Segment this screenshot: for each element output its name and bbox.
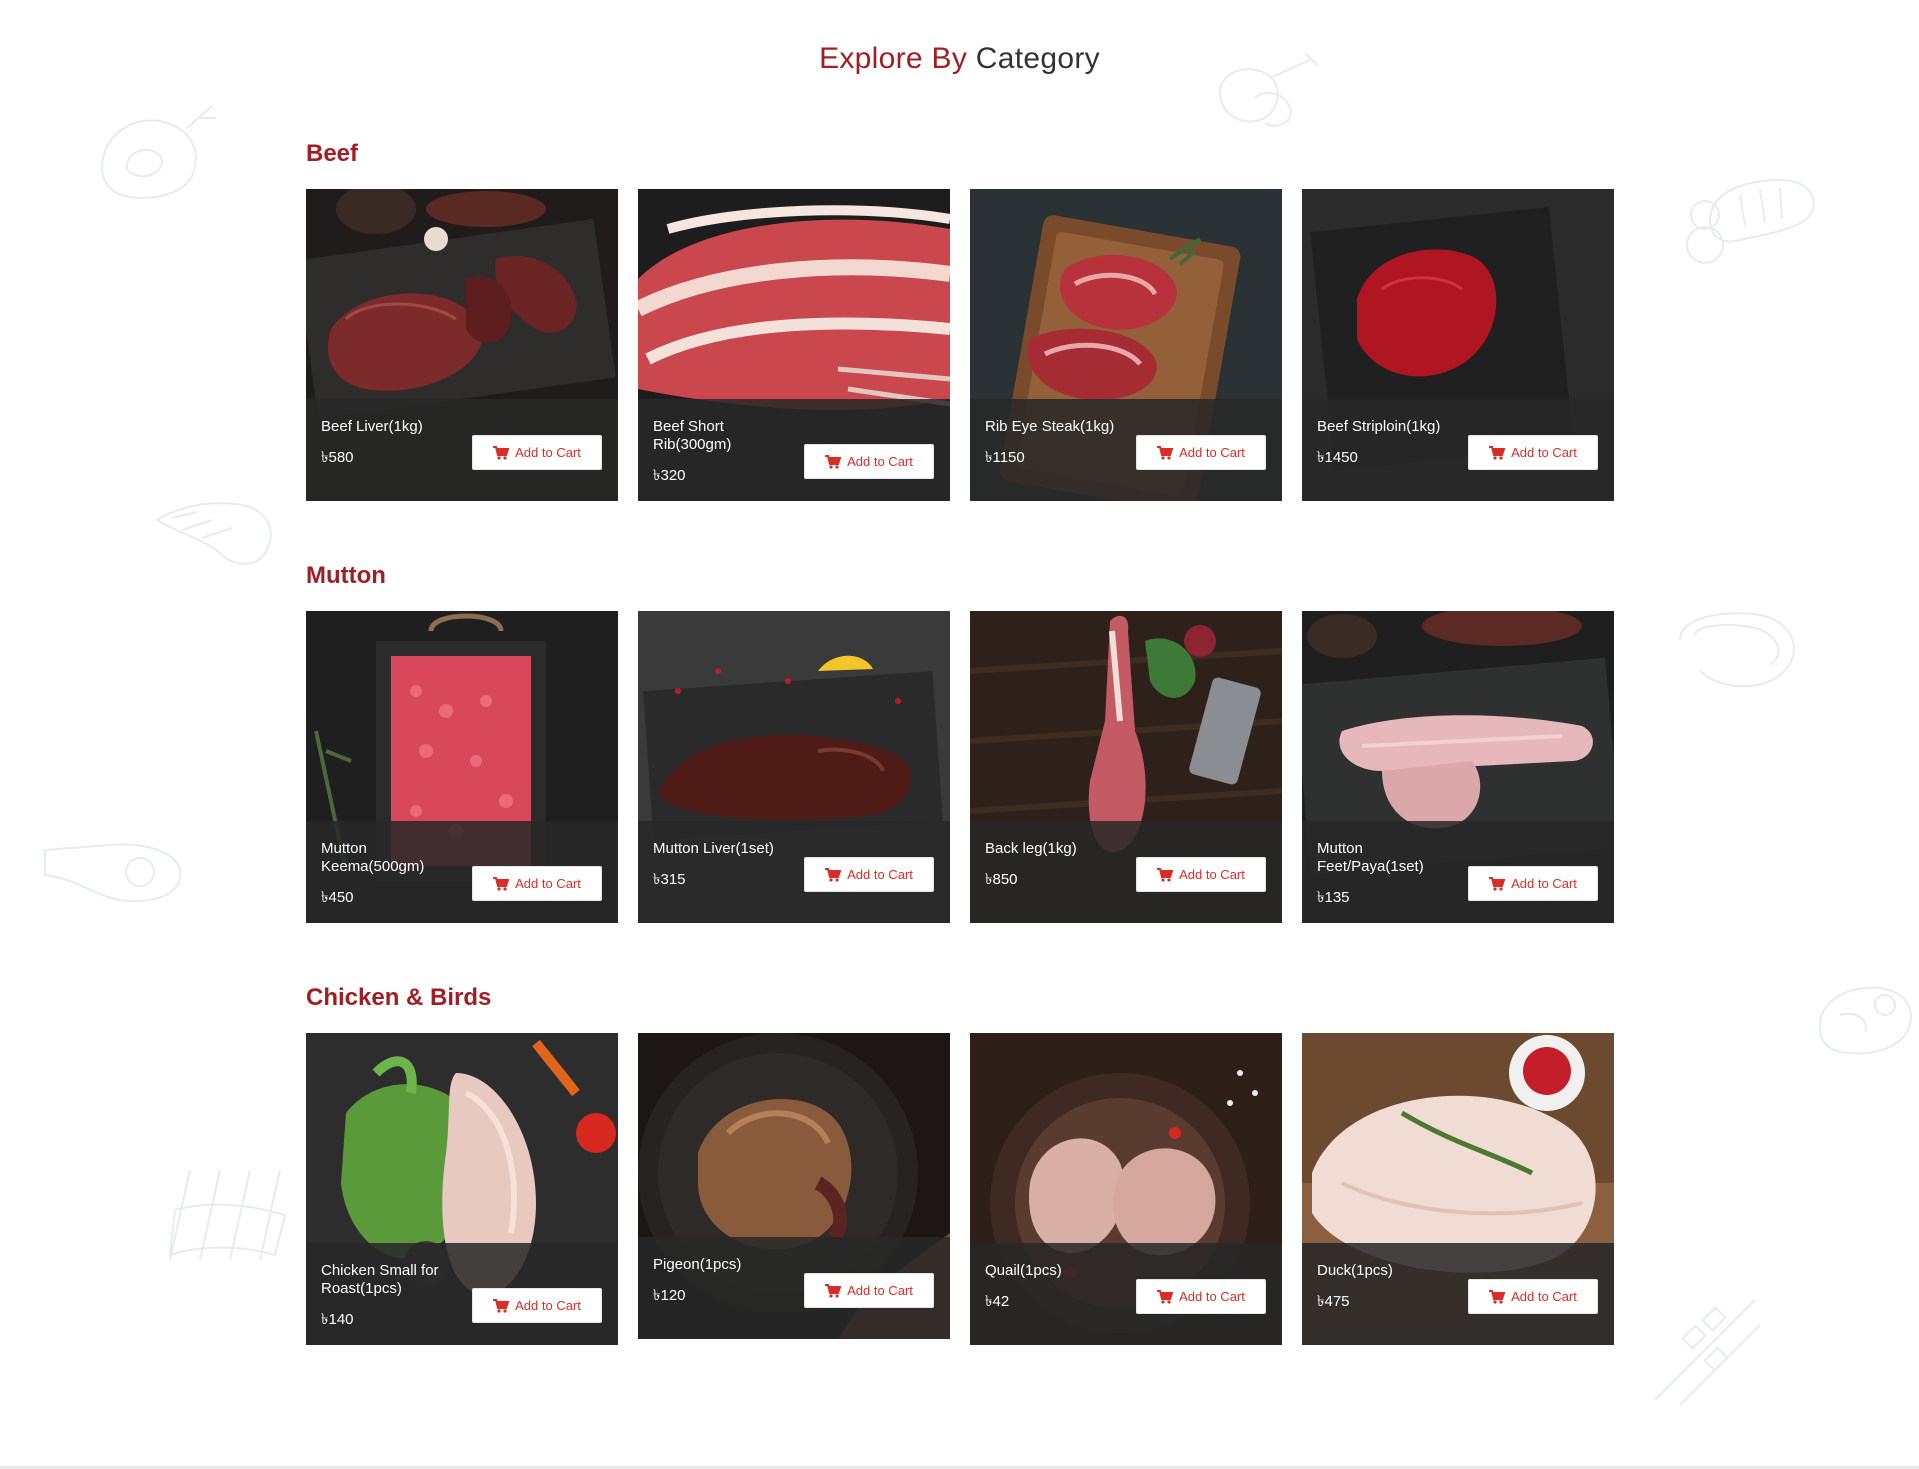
product-price: ৳1450 [1317, 449, 1358, 466]
steak-sketch-icon [40, 830, 190, 910]
product-grid-beef: Beef Liver(1kg) ৳580 Add to Cart Beef Sh… [306, 189, 1614, 501]
shopping-cart-icon [1157, 445, 1174, 460]
product-card[interactable]: Beef Liver(1kg) ৳580 Add to Cart [306, 189, 618, 501]
product-card[interactable]: Duck(1pcs) ৳475 Add to Cart [1302, 1033, 1614, 1345]
sausage-link-sketch-icon [1670, 600, 1810, 700]
ham-sketch-icon [92, 98, 222, 208]
product-card[interactable]: Chicken Small for Roast(1pcs) ৳140 Add t… [306, 1033, 618, 1345]
add-to-cart-label: Add to Cart [1179, 1289, 1245, 1304]
shopping-cart-icon [493, 1298, 510, 1313]
shopping-cart-icon [1157, 867, 1174, 882]
product-price: ৳135 [1317, 889, 1350, 906]
product-card[interactable]: Mutton Keema(500gm) ৳450 Add to Cart [306, 611, 618, 923]
product-grid-mutton: Mutton Keema(500gm) ৳450 Add to Cart Mut… [306, 611, 1614, 923]
explore-by-category-page: Explore By Category Beef Beef Liver(1kg)… [0, 0, 1919, 1469]
add-to-cart-label: Add to Cart [515, 876, 581, 891]
add-to-cart-label: Add to Cart [1511, 1289, 1577, 1304]
product-card[interactable]: Rib Eye Steak(1kg) ৳1150 Add to Cart [970, 189, 1282, 501]
add-to-cart-button[interactable]: Add to Cart [1136, 857, 1266, 892]
add-to-cart-button[interactable]: Add to Cart [804, 1273, 934, 1308]
shopping-cart-icon [1489, 876, 1506, 891]
kebab-sketch-icon [1645, 1290, 1765, 1410]
add-to-cart-label: Add to Cart [847, 867, 913, 882]
section-title-chicken-birds: Chicken & Birds [306, 984, 492, 1011]
product-grid-chicken-birds: Chicken Small for Roast(1pcs) ৳140 Add t… [306, 1033, 1614, 1345]
page-title-accent: Explore By [819, 42, 968, 75]
product-card[interactable]: Mutton Liver(1set) ৳315 Add to Cart [638, 611, 950, 923]
add-to-cart-label: Add to Cart [847, 454, 913, 469]
add-to-cart-label: Add to Cart [515, 445, 581, 460]
add-to-cart-label: Add to Cart [1179, 445, 1245, 460]
add-to-cart-button[interactable]: Add to Cart [472, 435, 602, 470]
product-card[interactable]: Mutton Feet/Paya(1set) ৳135 Add to Cart [1302, 611, 1614, 923]
add-to-cart-button[interactable]: Add to Cart [472, 866, 602, 901]
add-to-cart-label: Add to Cart [1179, 867, 1245, 882]
page-title: Explore By Category [0, 42, 1919, 76]
product-name: Pigeon(1pcs) [653, 1256, 742, 1273]
add-to-cart-button[interactable]: Add to Cart [1136, 1279, 1266, 1314]
product-name: Back leg(1kg) [985, 840, 1077, 857]
product-name: Mutton Feet/Paya(1set) [1317, 840, 1424, 875]
ribs-sketch-icon [160, 1150, 300, 1270]
section-title-beef: Beef [306, 140, 359, 167]
shopping-cart-icon [1157, 1289, 1174, 1304]
product-price: ৳315 [653, 871, 686, 888]
product-price: ৳320 [653, 467, 686, 484]
sausage-sketch-icon [1670, 160, 1830, 280]
add-to-cart-label: Add to Cart [847, 1283, 913, 1298]
add-to-cart-button[interactable]: Add to Cart [1136, 435, 1266, 470]
section-title-mutton: Mutton [306, 562, 386, 589]
shopping-cart-icon [825, 1283, 842, 1298]
product-name: Chicken Small for Roast(1pcs) [321, 1262, 439, 1297]
add-to-cart-label: Add to Cart [1511, 876, 1577, 891]
product-card[interactable]: Beef Short Rib(300gm) ৳320 Add to Cart [638, 189, 950, 501]
ham-slice-sketch-icon [1810, 970, 1919, 1060]
add-to-cart-button[interactable]: Add to Cart [804, 857, 934, 892]
product-name: Duck(1pcs) [1317, 1262, 1393, 1279]
product-price: ৳120 [653, 1287, 686, 1304]
shopping-cart-icon [493, 445, 510, 460]
add-to-cart-button[interactable]: Add to Cart [1468, 866, 1598, 901]
add-to-cart-button[interactable]: Add to Cart [472, 1288, 602, 1323]
product-name: Beef Short Rib(300gm) [653, 418, 732, 453]
add-to-cart-button[interactable]: Add to Cart [804, 444, 934, 479]
product-price: ৳1150 [985, 449, 1025, 466]
product-card[interactable]: Back leg(1kg) ৳850 Add to Cart [970, 611, 1282, 923]
product-price: ৳42 [985, 1293, 1010, 1310]
product-name: Quail(1pcs) [985, 1262, 1062, 1279]
shopping-cart-icon [825, 454, 842, 469]
product-price: ৳475 [1317, 1293, 1350, 1310]
shopping-cart-icon [493, 876, 510, 891]
product-price: ৳140 [321, 1311, 354, 1328]
add-to-cart-button[interactable]: Add to Cart [1468, 1279, 1598, 1314]
add-to-cart-label: Add to Cart [515, 1298, 581, 1313]
shopping-cart-icon [825, 867, 842, 882]
page-title-rest: Category [975, 42, 1100, 75]
product-price: ৳850 [985, 871, 1018, 888]
product-name: Rib Eye Steak(1kg) [985, 418, 1115, 435]
add-to-cart-button[interactable]: Add to Cart [1468, 435, 1598, 470]
product-card[interactable]: Pigeon(1pcs) ৳120 Add to Cart [638, 1033, 950, 1339]
product-name: Beef Liver(1kg) [321, 418, 423, 435]
product-name: Mutton Keema(500gm) [321, 840, 425, 875]
product-name: Mutton Liver(1set) [653, 840, 774, 857]
product-card[interactable]: Quail(1pcs) ৳42 Add to Cart [970, 1033, 1282, 1345]
shopping-cart-icon [1489, 445, 1506, 460]
product-price: ৳580 [321, 449, 354, 466]
product-card[interactable]: Beef Striploin(1kg) ৳1450 Add to Cart [1302, 189, 1614, 501]
add-to-cart-label: Add to Cart [1511, 445, 1577, 460]
product-price: ৳450 [321, 889, 354, 906]
wing-sketch-icon [152, 490, 282, 580]
product-name: Beef Striploin(1kg) [1317, 418, 1441, 435]
shopping-cart-icon [1489, 1289, 1506, 1304]
